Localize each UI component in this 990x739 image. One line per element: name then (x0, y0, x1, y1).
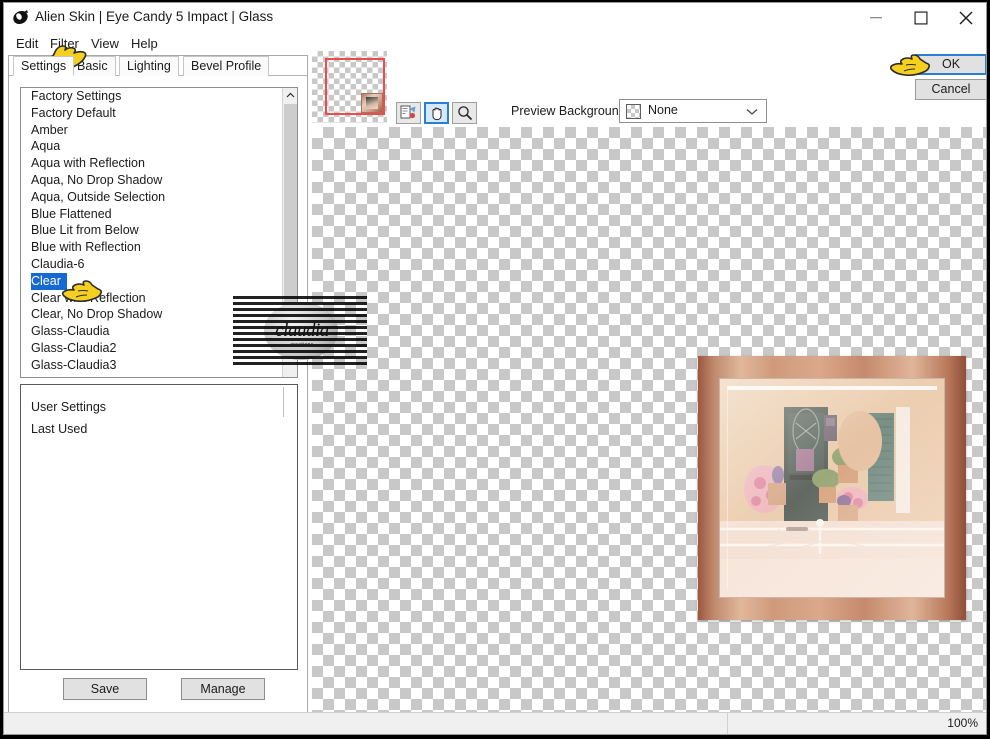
minimize-icon (869, 16, 882, 18)
list-divider (283, 387, 284, 417)
list-item[interactable]: Factory Default (21, 105, 283, 122)
list-item[interactable]: Amber (21, 122, 283, 139)
preview-background-label: Preview Background: (511, 104, 630, 118)
color-picker-icon (400, 105, 415, 119)
zoom-level-indicator: 100% (947, 716, 978, 730)
tab-bevel-profile[interactable]: Bevel Profile (183, 56, 270, 76)
list-item[interactable]: Aqua, No Drop Shadow (21, 172, 283, 189)
tab-settings[interactable]: Settings (13, 56, 75, 76)
list-item[interactable]: Aqua with Reflection (21, 155, 283, 172)
tab-lighting[interactable]: Lighting (119, 56, 179, 76)
list-item[interactable]: Blue with Reflection (21, 239, 283, 256)
list-item-selected[interactable]: Clear (31, 272, 67, 290)
photo-scene-graphic (720, 379, 944, 597)
list-item[interactable]: Blue Lit from Below (21, 222, 283, 239)
menu-item-filter[interactable]: Filter (46, 35, 83, 52)
window-title: Alien Skin | Eye Candy 5 Impact | Glass (35, 9, 274, 24)
watermark-text: claudia (275, 320, 329, 341)
cancel-button[interactable]: Cancel (915, 79, 986, 100)
list-item[interactable]: Blue Flattened (21, 206, 283, 223)
list-item[interactable]: Clear (21, 272, 283, 290)
status-bar: 100% (4, 712, 986, 734)
maximize-icon (914, 11, 927, 24)
tab-strip: Settings Basic Lighting Bevel Profile (9, 56, 307, 76)
status-separator (727, 713, 728, 734)
menu-item-edit[interactable]: Edit (12, 35, 42, 52)
hand-tool-button[interactable] (424, 102, 449, 124)
save-button[interactable]: Save (63, 678, 147, 700)
list-item[interactable]: Factory Settings (21, 88, 283, 105)
alien-skin-logo-icon (13, 10, 28, 25)
close-icon (959, 11, 972, 24)
preview-toolbar: Preview Background: None (312, 51, 986, 127)
application-window: Alien Skin | Eye Candy 5 Impact | Glass … (3, 2, 987, 735)
user-settings-list[interactable]: User Settings Last Used (20, 384, 298, 670)
zoom-icon (457, 106, 472, 121)
preview-background-value: None (648, 103, 678, 117)
menu-item-view[interactable]: View (87, 35, 123, 52)
watermark-subtext: creations (290, 342, 314, 348)
color-picker-tool-button[interactable] (396, 102, 421, 124)
list-item-last-used[interactable]: Last Used (21, 418, 297, 440)
photo-image (719, 378, 945, 598)
preview-canvas[interactable] (312, 127, 986, 713)
chevron-up-icon (286, 92, 295, 98)
preview-background-select[interactable]: None (619, 99, 767, 123)
list-item[interactable]: Claudia-6 (21, 256, 283, 273)
list-item[interactable]: Aqua (21, 138, 283, 155)
manage-button[interactable]: Manage (181, 678, 265, 700)
title-bar: Alien Skin | Eye Candy 5 Impact | Glass (4, 3, 986, 32)
transparency-swatch-icon (626, 104, 641, 119)
zoom-tool-button[interactable] (452, 102, 477, 124)
close-button[interactable] (943, 3, 986, 32)
chevron-down-icon (746, 109, 758, 115)
list-item[interactable]: Aqua, Outside Selection (21, 189, 283, 206)
scroll-up-button[interactable] (283, 88, 297, 103)
list-item-user-settings[interactable]: User Settings (21, 396, 297, 418)
claudia-watermark: claudia creations (233, 296, 367, 366)
navigator-thumbnail[interactable] (312, 51, 387, 123)
framed-photo-preview (698, 356, 966, 620)
navigator-image-thumbnail (361, 93, 383, 113)
hand-icon (432, 107, 441, 121)
menu-item-help[interactable]: Help (127, 35, 162, 52)
minimize-button[interactable] (853, 3, 898, 32)
settings-panel: Settings Basic Lighting Bevel Profile Fa… (8, 55, 308, 713)
tab-basic[interactable]: Basic (69, 56, 116, 76)
ok-button[interactable]: OK (915, 54, 986, 75)
maximize-button[interactable] (898, 3, 943, 32)
